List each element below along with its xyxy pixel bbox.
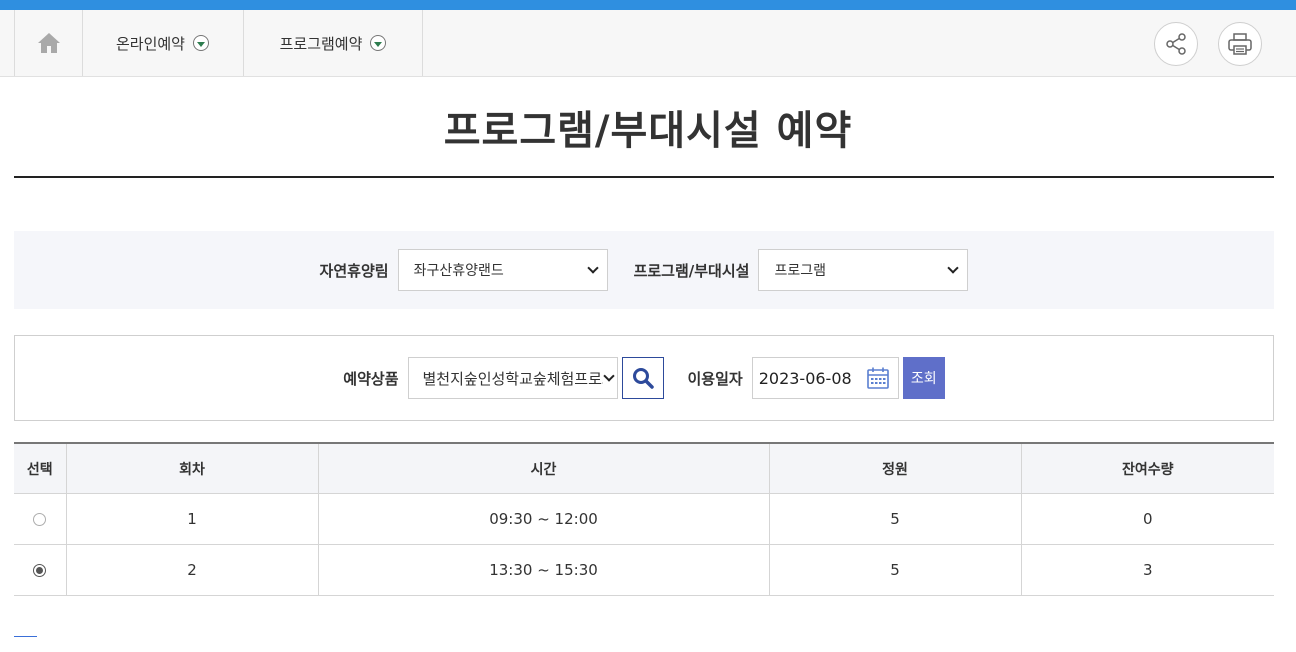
forest-select-value: 좌구산휴양랜드 <box>413 263 504 279</box>
bottom-link-underline <box>14 636 37 637</box>
location-nav: 온라인예약 프로그램예약 <box>0 10 1296 77</box>
remaining-cell: 0 <box>1021 493 1274 545</box>
date-label: 이용일자 <box>687 369 743 388</box>
product-select-value: 별천지숲인성학교숲체험프로그램 <box>422 369 603 388</box>
product-select[interactable]: 별천지숲인성학교숲체험프로그램 <box>407 357 618 399</box>
share-button[interactable] <box>1154 22 1198 66</box>
col-header-select: 선택 <box>14 443 67 494</box>
nav-menu-online-reservation[interactable]: 온라인예약 <box>82 10 244 76</box>
facility-type-select[interactable]: 프로그램 <box>758 249 969 291</box>
date-input[interactable]: 2023-06-08 <box>751 357 899 399</box>
product-search-button[interactable] <box>621 357 664 399</box>
chevron-down-icon <box>947 262 960 274</box>
capacity-cell: 5 <box>769 493 1022 545</box>
nav-menu-label: 온라인예약 <box>115 34 185 53</box>
table-row: 2 13:30 ~ 15:30 5 3 <box>14 544 1274 596</box>
time-cell: 13:30 ~ 15:30 <box>318 544 770 596</box>
remaining-cell: 3 <box>1021 544 1274 596</box>
facility-type-label: 프로그램/부대시설 <box>633 261 750 280</box>
chevron-down-icon <box>602 370 615 382</box>
schedule-table: 선택 회차 시간 정원 잔여수량 1 09:30 ~ 12:00 5 0 2 1… <box>14 442 1274 596</box>
chevron-down-icon <box>193 35 209 51</box>
page-title: 프로그램/부대시설 예약 <box>443 108 853 154</box>
col-header-time: 시간 <box>318 443 770 494</box>
calendar-icon[interactable] <box>866 366 890 390</box>
table-row: 1 09:30 ~ 12:00 5 0 <box>14 493 1274 545</box>
col-header-remaining: 잔여수량 <box>1021 443 1274 494</box>
nav-menu-program-reservation[interactable]: 프로그램예약 <box>244 10 423 76</box>
home-icon <box>37 33 60 53</box>
home-button[interactable] <box>14 10 83 76</box>
search-icon <box>632 368 654 389</box>
time-cell: 09:30 ~ 12:00 <box>318 493 770 545</box>
round-cell: 2 <box>66 544 319 596</box>
search-panel: 예약상품 별천지숲인성학교숲체험프로그램 이용일자 2023-06-08 조회 <box>14 335 1274 421</box>
print-button[interactable] <box>1218 22 1262 66</box>
table-header-row: 선택 회차 시간 정원 잔여수량 <box>14 443 1274 494</box>
share-icon <box>1166 33 1186 55</box>
capacity-cell: 5 <box>769 544 1022 596</box>
round-radio[interactable] <box>33 513 47 526</box>
facility-type-select-value: 프로그램 <box>774 263 826 279</box>
nav-menu-label: 프로그램예약 <box>279 34 363 53</box>
forest-select[interactable]: 좌구산휴양랜드 <box>397 249 608 291</box>
top-accent-bar <box>0 0 1296 10</box>
product-label: 예약상품 <box>343 369 399 388</box>
round-radio[interactable] <box>33 564 47 577</box>
col-header-round: 회차 <box>66 443 319 494</box>
chevron-down-icon <box>586 262 599 274</box>
select-cell <box>14 493 67 545</box>
date-value: 2023-06-08 <box>758 368 852 388</box>
chevron-down-icon <box>370 35 387 51</box>
filter-panel: 자연휴양림 좌구산휴양랜드 프로그램/부대시설 프로그램 <box>14 231 1274 309</box>
select-cell <box>14 544 67 596</box>
print-icon <box>1228 33 1252 55</box>
col-header-capacity: 정원 <box>769 443 1022 494</box>
forest-label: 자연휴양림 <box>319 261 389 280</box>
submit-search-button[interactable]: 조회 <box>902 357 945 399</box>
round-cell: 1 <box>66 493 319 545</box>
title-divider <box>14 176 1274 178</box>
